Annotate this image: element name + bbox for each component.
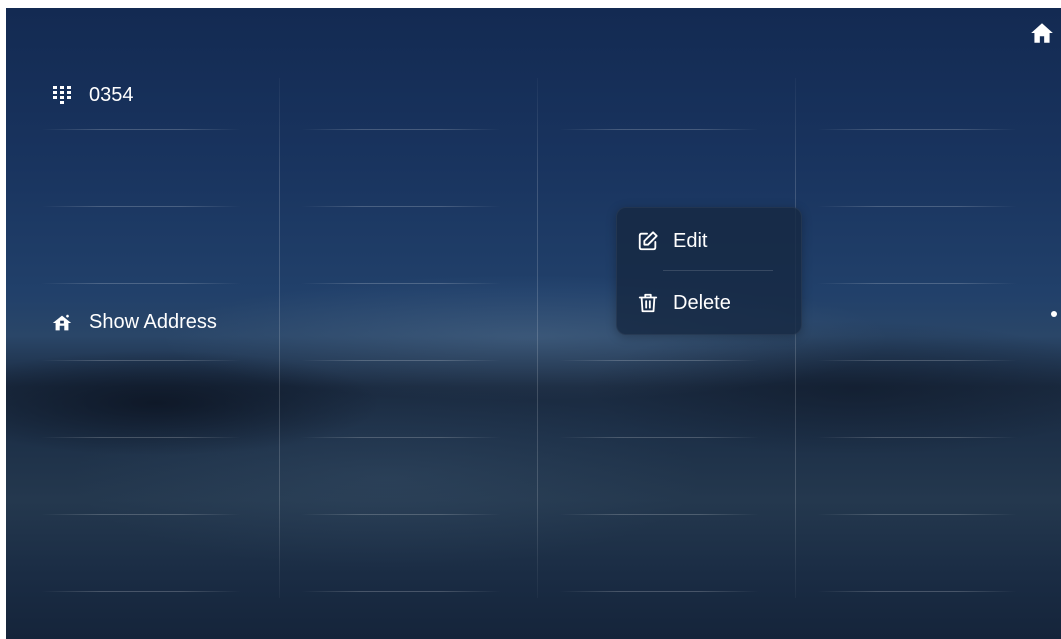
grid-divider-horizontal	[301, 283, 501, 284]
grid-divider-horizontal	[41, 206, 241, 207]
grid-divider-horizontal	[559, 129, 759, 130]
grid-divider-horizontal	[41, 129, 241, 130]
grid-divider-horizontal	[301, 514, 501, 515]
address-house-icon	[52, 314, 72, 330]
grid-divider-horizontal	[41, 591, 241, 592]
grid-divider-horizontal	[41, 283, 241, 284]
menu-divider	[663, 270, 773, 271]
grid-divider-horizontal	[301, 129, 501, 130]
grid-divider-horizontal	[559, 360, 759, 361]
grid-divider-horizontal	[301, 206, 501, 207]
grid-divider-horizontal	[301, 591, 501, 592]
home-icon	[1031, 23, 1053, 43]
grid-divider-vertical	[537, 78, 538, 598]
edit-menu-item[interactable]: Edit	[617, 210, 801, 272]
grid-divider-horizontal	[559, 591, 759, 592]
room-number-text: 0354	[89, 84, 134, 106]
context-menu: Edit Delete	[616, 207, 802, 335]
room-number-item[interactable]: 0354	[51, 84, 134, 107]
grid-divider-horizontal	[301, 437, 501, 438]
grid-divider-horizontal	[41, 437, 241, 438]
grid-divider-horizontal	[559, 514, 759, 515]
home-button[interactable]	[1029, 20, 1055, 46]
grid-divider-horizontal	[817, 360, 1017, 361]
grid-divider-horizontal	[559, 437, 759, 438]
grid-divider-horizontal	[817, 283, 1017, 284]
trash-icon	[638, 293, 658, 313]
dialpad-icon	[53, 85, 71, 104]
grid-divider-vertical	[795, 78, 796, 598]
show-address-item[interactable]: Show Address	[51, 311, 217, 334]
edit-icon	[638, 231, 658, 251]
grid-divider-vertical	[279, 78, 280, 598]
main-screen: 0354 Show Address Edit Delete	[6, 8, 1061, 639]
grid-divider-horizontal	[817, 514, 1017, 515]
page-indicator-dot	[1051, 311, 1057, 317]
grid-divider-horizontal	[817, 437, 1017, 438]
show-address-label: Show Address	[89, 311, 217, 333]
delete-label: Delete	[673, 291, 731, 314]
grid-divider-horizontal	[301, 360, 501, 361]
grid-divider-horizontal	[817, 206, 1017, 207]
grid-divider-horizontal	[817, 591, 1017, 592]
edit-label: Edit	[673, 229, 708, 252]
delete-menu-item[interactable]: Delete	[617, 272, 801, 334]
grid-divider-horizontal	[817, 129, 1017, 130]
grid-divider-horizontal	[41, 360, 241, 361]
grid-divider-horizontal	[41, 514, 241, 515]
